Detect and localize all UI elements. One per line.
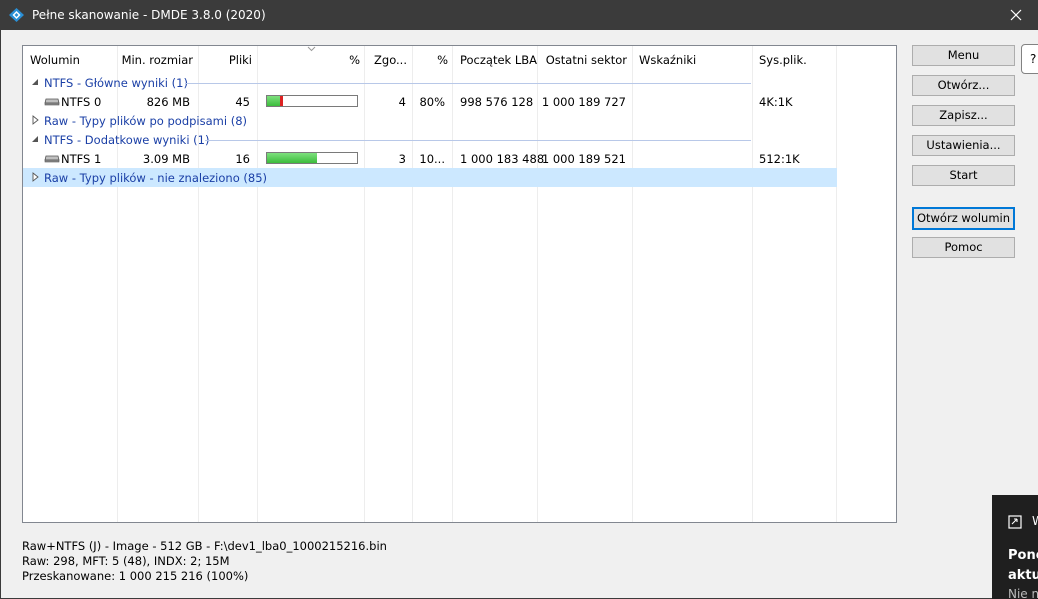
close-icon: [1010, 9, 1022, 21]
settings-button[interactable]: Ustawienia...: [912, 135, 1015, 156]
column-header-min-size[interactable]: Min. rozmiar: [117, 53, 193, 67]
hard-disk-icon: [44, 155, 60, 163]
status-scan-counts: Raw: 298, MFT: 5 (48), INDX: 2; 15M: [22, 554, 230, 568]
group-label: Raw - Typy plików po podpisami (8): [44, 114, 247, 128]
match-percent: 80%: [419, 95, 445, 109]
group-separator-line: [205, 140, 751, 141]
question-mark-icon: ?: [1030, 52, 1037, 66]
min-size: 826 MB: [146, 95, 190, 109]
min-size: 3.09 MB: [142, 152, 190, 166]
group-label: NTFS - Główne wyniki (1): [44, 76, 188, 90]
notification-body: Nie n: [1008, 587, 1038, 599]
column-header-flags[interactable]: Wskaźniki: [639, 53, 696, 67]
title-bar: Pełne skanowanie - DMDE 3.8.0 (2020): [0, 0, 1038, 30]
match-count: 4: [398, 95, 406, 109]
column-header-filesystem[interactable]: Sys.plik.: [759, 53, 807, 67]
progress-marker: [280, 96, 283, 106]
match-percent: 10...: [419, 152, 445, 166]
column-header-percent[interactable]: %: [257, 53, 360, 67]
tree-group-ntfs-additional[interactable]: NTFS - Dodatkowe wyniki (1): [23, 130, 896, 149]
progress-bar: [266, 152, 358, 164]
last-sector: 1 000 189 727: [541, 95, 626, 109]
table-header: Wolumin Min. rozmiar Pliki % Zgo... % Po…: [23, 46, 896, 74]
notification-header: W: [1032, 514, 1038, 528]
volume-name: NTFS 0: [61, 95, 102, 109]
group-label: Raw - Typy plików - nie znaleziono (85): [44, 171, 268, 185]
match-count: 3: [398, 152, 406, 166]
progress-bar: [266, 95, 358, 107]
expanded-triangle-icon[interactable]: [30, 77, 40, 87]
menu-button[interactable]: Menu: [912, 45, 1015, 66]
column-header-files[interactable]: Pliki: [198, 53, 252, 67]
lba-start: 998 576 128: [460, 95, 534, 109]
close-button[interactable]: [994, 0, 1038, 30]
last-sector: 1 000 189 521: [541, 152, 626, 166]
window-border-left: [0, 30, 1, 599]
tree-group-raw-not-found[interactable]: Raw - Typy plików - nie znaleziono (85): [23, 168, 837, 187]
table-row[interactable]: NTFS 0 826 MB 45 4 80% 998 576 128 1 000…: [23, 92, 896, 111]
results-table[interactable]: Wolumin Min. rozmiar Pliki % Zgo... % Po…: [22, 45, 897, 523]
open-button[interactable]: Otwórz...: [912, 75, 1015, 96]
window-title: Pełne skanowanie - DMDE 3.8.0 (2020): [32, 8, 266, 22]
dmde-app-icon: [9, 8, 24, 22]
notification-title-line-1: Ponc: [1008, 548, 1038, 563]
notification-title-line-2: aktu: [1008, 568, 1038, 583]
status-scanned: Przeskanowane: 1 000 215 216 (100%): [22, 569, 249, 583]
help-question-button[interactable]: ?: [1021, 44, 1038, 74]
tree-group-ntfs-main[interactable]: NTFS - Główne wyniki (1): [23, 73, 896, 92]
file-count: 16: [235, 152, 250, 166]
group-separator-line: [185, 83, 751, 84]
open-volume-button[interactable]: Otwórz wolumin: [912, 207, 1015, 230]
progress-fill: [267, 153, 317, 163]
tree-group-raw-signatures[interactable]: Raw - Typy plików po podpisami (8): [23, 111, 896, 130]
status-image-info: Raw+NTFS (J) - Image - 512 GB - F:\dev1_…: [22, 539, 387, 553]
lba-start: 1 000 183 488: [460, 152, 545, 166]
sort-chevron-down-icon: [307, 46, 316, 52]
column-header-match-percent[interactable]: %: [412, 53, 448, 67]
collapsed-triangle-icon[interactable]: [30, 115, 40, 125]
expanded-triangle-icon[interactable]: [30, 134, 40, 144]
filesystem: 512:1K: [759, 152, 800, 166]
start-button[interactable]: Start: [912, 165, 1015, 186]
collapsed-triangle-icon[interactable]: [30, 172, 40, 182]
volume-name: NTFS 1: [61, 152, 102, 166]
hard-disk-icon: [44, 98, 60, 106]
notification-app-icon: [1008, 515, 1022, 529]
column-header-last-sector[interactable]: Ostatni sektor: [537, 53, 627, 67]
file-count: 45: [235, 95, 250, 109]
column-header-volume[interactable]: Wolumin: [30, 53, 80, 67]
column-header-match[interactable]: Zgo...: [364, 53, 407, 67]
column-header-lba-start[interactable]: Początek LBA: [460, 53, 537, 67]
table-row[interactable]: NTFS 1 3.09 MB 16 3 10... 1 000 183 488 …: [23, 149, 896, 168]
filesystem: 4K:1K: [759, 95, 793, 109]
save-button[interactable]: Zapisz...: [912, 105, 1015, 126]
help-button[interactable]: Pomoc: [912, 237, 1015, 258]
group-label: NTFS - Dodatkowe wyniki (1): [44, 133, 210, 147]
notification-toast[interactable]: W Ponc aktu Nie n: [992, 495, 1038, 599]
progress-fill: [267, 96, 280, 106]
